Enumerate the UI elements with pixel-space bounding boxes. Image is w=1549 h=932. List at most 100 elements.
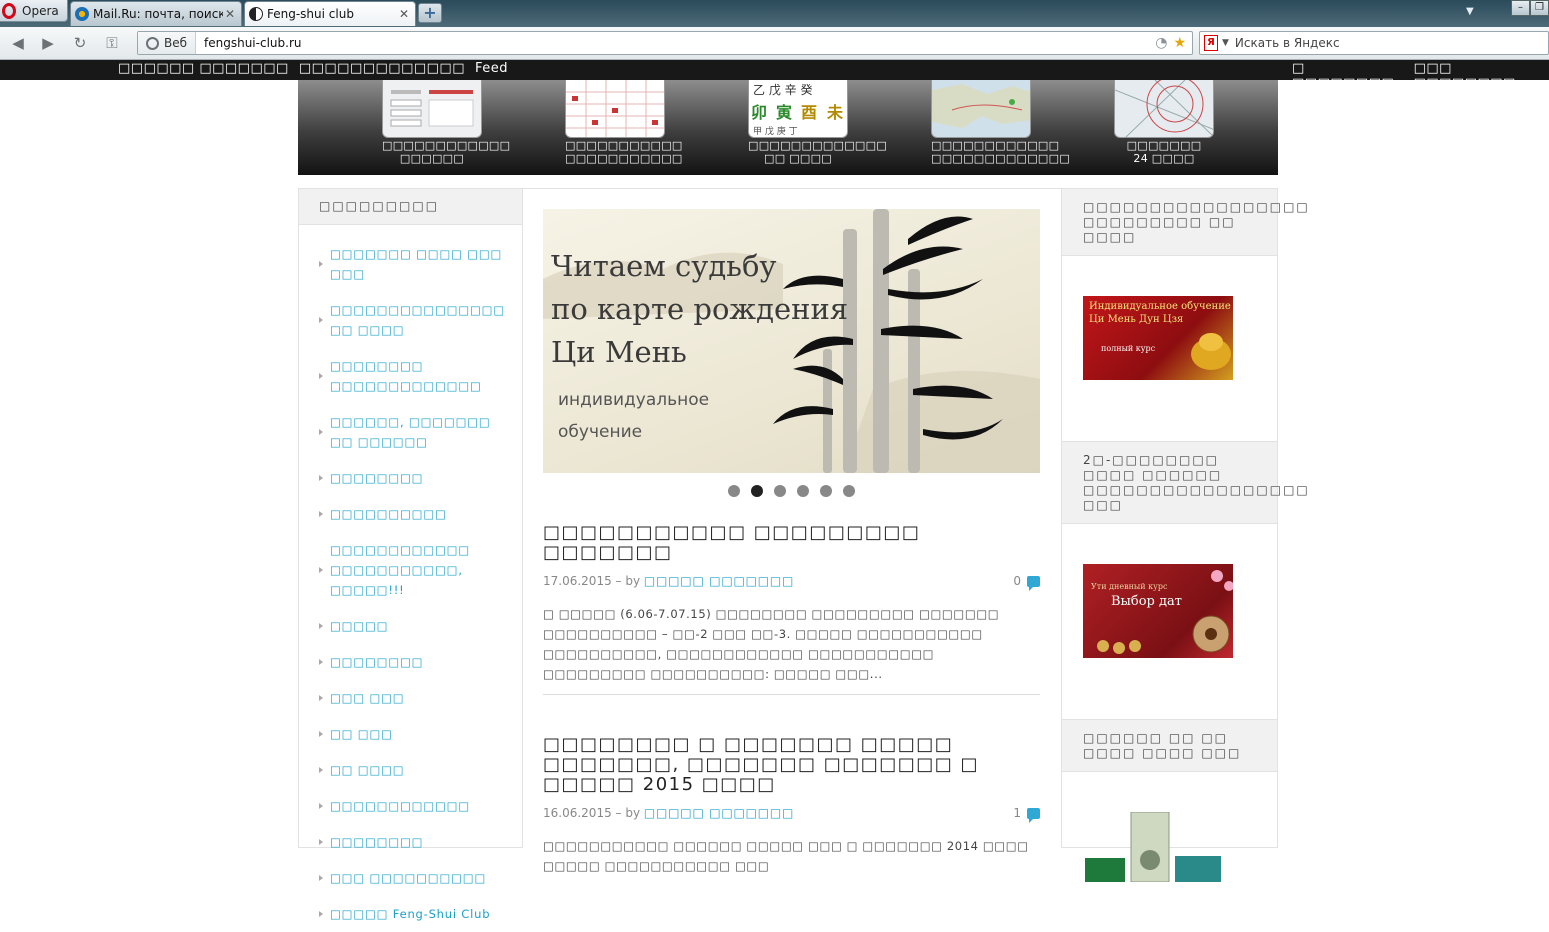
sidebar-item[interactable]: □□□□□□□□ — [299, 460, 522, 496]
tab-feng-shui-club[interactable]: Feng-shui club ✕ — [244, 1, 416, 26]
tab-label: Feng-shui club — [267, 7, 354, 21]
sidebar-item[interactable]: □□□□□ — [299, 608, 522, 644]
sidebar-item[interactable]: □□□□□□□ □□□□ □□□ □□□ — [299, 236, 522, 292]
browser-tab-bar: Opera Mail.Ru: почта, поиск ... ✕ Feng-s… — [0, 0, 1549, 27]
slider-dot[interactable] — [774, 485, 786, 497]
restore-icon[interactable]: ❐ — [1530, 0, 1549, 16]
feature-caption: □□□□□□□ 24 □□□□ — [1126, 139, 1202, 165]
sidebar-item[interactable]: □□□□□□□□ □□□□□□□□□□□□□ — [299, 348, 522, 404]
svg-text:甲 戊 庚 丁: 甲 戊 庚 丁 — [753, 125, 798, 137]
yin-yang-favicon-icon — [249, 7, 263, 21]
post-excerpt: □ □□□□□ (6.06-7.07.15) □□□□□□□□ □□□□□□□□… — [543, 607, 1000, 681]
minimize-icon[interactable]: – — [1511, 0, 1530, 16]
comments-link[interactable]: 1 — [1013, 806, 1040, 823]
search-placeholder[interactable]: Искать в Яндекс — [1235, 36, 1340, 50]
book-covers-image[interactable] — [1083, 812, 1233, 882]
web-badge-label: Веб — [164, 36, 188, 50]
address-bar[interactable]: Веб fengshui-club.ru ◔ ★ — [137, 31, 1193, 55]
top-nav-link[interactable]: □□□□□□□□□□□□□ — [299, 61, 465, 76]
sidebar-item[interactable]: □□□□□□, □□□□□□□ □□ □□□□□□ — [299, 404, 522, 460]
url-text[interactable]: fengshui-club.ru — [196, 36, 1155, 50]
new-tab-button[interactable]: + — [418, 3, 442, 23]
slider-dot[interactable] — [843, 485, 855, 497]
tab-mailru[interactable]: Mail.Ru: почта, поиск ... ✕ — [70, 1, 242, 26]
slider-dot[interactable] — [797, 485, 809, 497]
comment-count: 1 — [1013, 806, 1021, 820]
search-engine-dropdown-icon[interactable]: ▼ — [1222, 38, 1229, 48]
post-date: 16.06.2015 — [543, 806, 612, 820]
top-nav-link[interactable]: □ □□□□□□□□ — [1292, 61, 1404, 91]
web-badge[interactable]: Веб — [138, 32, 197, 54]
window-controls: – ❐ — [1511, 0, 1549, 16]
svg-text:卯: 卯 — [751, 103, 767, 122]
close-tab-icon[interactable]: ✕ — [397, 7, 411, 21]
reload-icon[interactable]: ↻ — [70, 34, 90, 52]
feature-item[interactable]: □□□□□□□□□□□□ □□□□□□ — [382, 80, 510, 165]
sidebar-item[interactable]: □□□□□□□□□□□□□□□ □□ □□□□ — [299, 292, 522, 348]
sidebar-item[interactable]: □□□□□□□□ — [299, 824, 522, 860]
feature-thumbnail-form — [382, 80, 482, 138]
sidebar-item[interactable]: □□ □□□□ — [299, 752, 522, 788]
feature-caption: □□□□□□□□□□□□ □□□□□□□□□□□□□ — [931, 139, 1071, 165]
post-by: – by — [611, 806, 644, 820]
top-nav-link[interactable]: □□□□□□ □□□□□□□ — [118, 61, 289, 76]
top-nav-link[interactable]: □□□ □□□□□□□□ — [1414, 61, 1549, 91]
post-divider — [543, 694, 1040, 695]
bookmark-star-icon[interactable]: ★ — [1173, 35, 1186, 51]
feature-item[interactable]: □□□□□□□ 24 □□□□ — [1114, 80, 1214, 165]
sidebar-heading: □□□□□□□□□ — [299, 189, 522, 225]
ad-banner-date-selection[interactable]: Ути дневный курс Выбор дат — [1083, 564, 1233, 658]
hero-slider[interactable]: Читаем судьбу по карте рождения Ци Мень … — [543, 209, 1040, 473]
slider-dot-active[interactable] — [751, 485, 763, 497]
feature-item[interactable]: 乙 戊 辛 癸 卯 寅 酉 未 甲 戊 庚 丁 □□□□□□□□□□□□□ □□ … — [748, 80, 888, 165]
forward-arrow-icon[interactable]: ▶ — [38, 34, 58, 52]
book-stack-icon — [1085, 812, 1221, 882]
svg-text:乙 戊 辛 癸: 乙 戊 辛 癸 — [753, 83, 812, 97]
svg-text:未: 未 — [826, 103, 843, 122]
main-content: Читаем судьбу по карте рождения Ци Мень … — [523, 188, 1061, 873]
post-author[interactable]: □□□□□ □□□□□□□ — [644, 574, 794, 588]
comment-bubble-icon — [1027, 807, 1040, 823]
feature-thumbnail-characters: 乙 戊 辛 癸 卯 寅 酉 未 甲 戊 庚 丁 — [748, 80, 848, 138]
sidebar-item[interactable]: □□□ □□□ — [299, 680, 522, 716]
globe-icon — [146, 36, 159, 50]
opera-logo-icon — [2, 2, 16, 19]
widget-heading: □□□□□□□□□□□□□□□□□ □□□□□□□□□ □□ □□□□ — [1062, 189, 1308, 256]
tab-label: Mail.Ru: почта, поиск ... — [93, 7, 223, 21]
back-arrow-icon[interactable]: ◀ — [8, 34, 28, 52]
yandex-icon[interactable]: Я — [1204, 35, 1218, 51]
sidebar-item[interactable]: □□□□□□□□□□□□ — [299, 788, 522, 824]
widget-heading: □□□□□□ □□ □□ □□□□ □□□□ □□□ — [1062, 719, 1277, 772]
feature-caption: □□□□□□□□□□□□□ □□ □□□□ — [748, 139, 888, 165]
right-sidebar: □□□□□□□□□□□□□□□□□ □□□□□□□□□ □□ □□□□ Инди… — [1061, 188, 1308, 882]
comments-link[interactable]: 0 — [1013, 574, 1040, 591]
sidebar-item[interactable]: □□□ □□□□□□□□□□ — [299, 860, 522, 896]
comment-bubble-icon — [1027, 575, 1040, 591]
feature-item[interactable]: □□□□□□□□□□□ □□□□□□□□□□□ — [565, 80, 682, 165]
post-excerpt: □□□□□□□□□□□ □□□□□□ □□□□□ □□□ □ □□□□□□□ 2… — [543, 839, 1029, 873]
rss-icon[interactable]: ◔ — [1155, 35, 1167, 51]
sidebar-item[interactable]: □□□□□□□□□□ — [299, 496, 522, 532]
sidebar-item[interactable]: □□ □□□ — [299, 716, 522, 752]
sidebar-item[interactable]: □□□□□ Feng-Shui Club — [299, 896, 522, 932]
post-entry: □□□□□□□□□□□ □□□□□□□□□ □□□□□□□ 17.06.2015… — [543, 523, 1040, 684]
sidebar-item[interactable]: □□□□□□□□ — [299, 644, 522, 680]
close-tab-icon[interactable]: ✕ — [223, 7, 237, 21]
key-icon[interactable]: ⚿ — [102, 34, 122, 52]
feature-item[interactable]: □□□□□□□□□□□□ □□□□□□□□□□□□□ — [931, 80, 1071, 165]
slider-dot[interactable] — [820, 485, 832, 497]
search-field[interactable]: Я ▼ Искать в Яндекс — [1199, 31, 1549, 55]
ad-banner-individual-course[interactable]: Индивидуальное обучение Ци Мень Дун Цзя … — [1083, 296, 1233, 380]
top-nav-link-feed[interactable]: Feed — [475, 61, 508, 76]
svg-text:酉: 酉 — [801, 103, 817, 122]
opera-menu-button[interactable]: Opera — [0, 0, 68, 22]
sidebar-item[interactable]: □□□□□□□□□□□□ □□□□□□□□□□□, □□□□□!!! — [299, 532, 522, 608]
post-title[interactable]: □□□□□□□□ □ □□□□□□□ □□□□□ □□□□□□□, □□□□□□… — [543, 735, 1040, 795]
tab-list-arrow-icon[interactable]: ▼ — [1466, 6, 1474, 17]
browser-toolbar: ◀ ▶ ↻ ⚿ Веб fengshui-club.ru ◔ ★ Я ▼ Иск… — [0, 27, 1549, 60]
post-author[interactable]: □□□□□ □□□□□□□ — [644, 806, 794, 820]
feature-thumbnail-map — [931, 80, 1031, 138]
slider-dot[interactable] — [728, 485, 740, 497]
post-title[interactable]: □□□□□□□□□□□ □□□□□□□□□ □□□□□□□ — [543, 523, 1040, 563]
feature-thumbnail-table — [565, 80, 665, 138]
